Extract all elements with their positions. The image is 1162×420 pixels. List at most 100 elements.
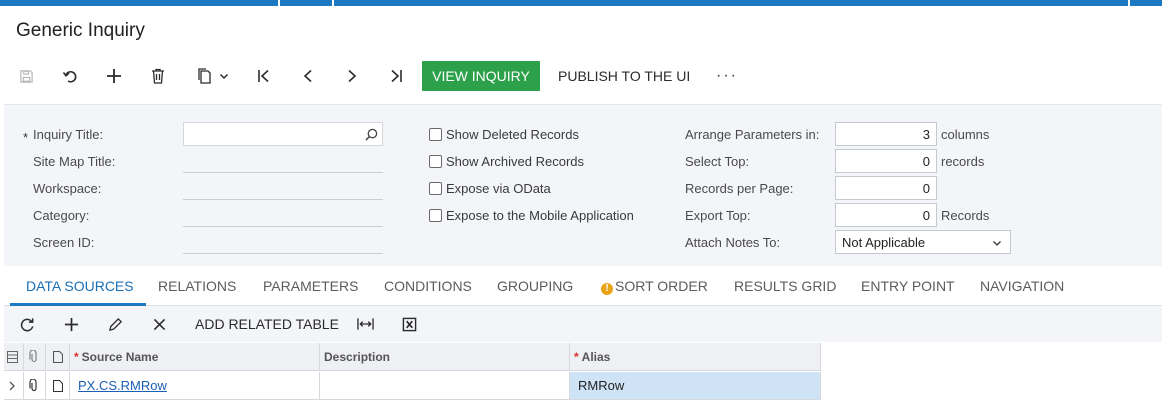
show-deleted-label: Show Deleted Records (446, 127, 579, 142)
source-name-column-header[interactable]: * Source Name (70, 343, 320, 371)
checkbox-box (429, 128, 442, 141)
description-cell[interactable] (320, 372, 570, 400)
save-button[interactable] (12, 60, 40, 92)
refresh-icon (20, 317, 33, 331)
tab-entry-point[interactable]: ENTRY POINT (861, 278, 955, 294)
top-bar-separator (278, 0, 280, 6)
copy-paste-button[interactable] (190, 60, 236, 92)
screen-id-field[interactable] (183, 253, 383, 254)
delete-button[interactable] (144, 60, 172, 92)
close-icon (153, 318, 165, 330)
tab-grouping[interactable]: GROUPING (497, 278, 573, 294)
main-toolbar: VIEW INQUIRY PUBLISH TO THE UI ··· (0, 60, 1162, 92)
search-icon (365, 128, 378, 141)
plus-icon (64, 317, 78, 331)
workspace-field[interactable] (183, 199, 383, 200)
attachment-column-header[interactable] (24, 343, 46, 371)
trash-icon (152, 68, 164, 84)
page-title: Generic Inquiry (16, 20, 145, 41)
previous-record-button[interactable] (294, 60, 322, 92)
show-deleted-checkbox[interactable]: Show Deleted Records (429, 127, 579, 142)
last-record-button[interactable] (382, 60, 410, 92)
alias-cell[interactable]: RMRow (570, 372, 821, 400)
arrange-parameters-input[interactable]: 3 (835, 122, 937, 146)
row-selector-header[interactable] (4, 343, 24, 371)
source-name-cell[interactable]: PX.CS.RMRow (70, 372, 320, 400)
screen-id-label: Screen ID: (33, 235, 95, 250)
records-per-page-input[interactable]: 0 (835, 176, 937, 200)
records-suffix: records (941, 154, 985, 169)
top-bar-separator (1128, 0, 1130, 6)
tab-data-sources[interactable]: DATA SOURCES (26, 278, 134, 294)
columns-suffix: columns (941, 127, 990, 142)
inquiry-title-input[interactable] (183, 122, 383, 146)
export-excel-button[interactable] (396, 306, 422, 342)
tab-navigation[interactable]: NAVIGATION (980, 278, 1064, 294)
attach-notes-label: Attach Notes To: (685, 235, 781, 250)
select-top-input[interactable]: 0 (835, 149, 937, 173)
source-name-header-label: Source Name (81, 349, 159, 364)
next-record-button[interactable] (338, 60, 366, 92)
checkbox-box (429, 155, 442, 168)
notes-column-header[interactable] (46, 343, 70, 371)
more-actions-button[interactable]: ··· (716, 61, 738, 91)
source-name-link[interactable]: PX.CS.RMRow (78, 378, 167, 393)
grid-settings-icon (7, 350, 18, 363)
required-mark: * (74, 349, 79, 364)
grid-toolbar: ADD RELATED TABLE (4, 306, 1162, 342)
tab-parameters[interactable]: PARAMETERS (263, 278, 358, 294)
edit-row-button[interactable] (102, 306, 128, 342)
category-label: Category: (33, 208, 90, 223)
add-row-button[interactable] (58, 306, 84, 342)
tab-results-grid[interactable]: RESULTS GRID (734, 278, 836, 294)
view-inquiry-button[interactable]: VIEW INQUIRY (422, 61, 540, 91)
undo-button[interactable] (56, 60, 84, 92)
required-mark: * (23, 130, 29, 145)
site-map-title-field[interactable] (183, 172, 383, 173)
tab-sort-order[interactable]: ! SORT ORDER (601, 278, 708, 295)
plus-icon (107, 69, 121, 83)
first-record-button[interactable] (250, 60, 278, 92)
expose-mobile-checkbox[interactable]: Expose to the Mobile Application (429, 208, 634, 223)
show-archived-checkbox[interactable]: Show Archived Records (429, 154, 584, 169)
expose-mobile-label: Expose to the Mobile Application (446, 208, 634, 223)
first-icon (258, 69, 269, 83)
checkbox-box (429, 209, 442, 222)
row-attachment-cell[interactable] (24, 372, 46, 400)
row-notes-cell[interactable] (46, 372, 70, 400)
fit-columns-button[interactable] (352, 306, 378, 342)
checkbox-box (429, 182, 442, 195)
export-top-input[interactable]: 0 (835, 203, 937, 227)
fit-width-icon (356, 318, 374, 330)
save-icon (19, 69, 33, 83)
expose-odata-checkbox[interactable]: Expose via OData (429, 181, 551, 196)
export-records-suffix: Records (941, 208, 990, 223)
paperclip-icon (29, 379, 37, 392)
note-icon (53, 379, 63, 392)
inquiry-title-label: Inquiry Title: (33, 127, 104, 142)
required-mark: * (574, 349, 579, 364)
category-field[interactable] (183, 226, 383, 227)
publish-to-ui-button[interactable]: PUBLISH TO THE UI (558, 61, 690, 91)
tab-sort-order-label: SORT ORDER (615, 278, 708, 294)
description-column-header[interactable]: Description (320, 343, 570, 371)
site-map-title-label: Site Map Title: (33, 154, 116, 169)
tab-conditions[interactable]: CONDITIONS (384, 278, 472, 294)
top-bar-separator (332, 0, 334, 6)
refresh-button[interactable] (14, 306, 40, 342)
attach-notes-select[interactable]: Not Applicable (835, 230, 1011, 254)
row-expander[interactable] (4, 372, 24, 400)
delete-row-button[interactable] (146, 306, 172, 342)
description-header-label: Description (324, 349, 391, 364)
paperclip-icon (29, 350, 37, 363)
select-top-label: Select Top: (685, 154, 750, 169)
note-icon (53, 350, 63, 363)
alias-header-label: Alias (581, 349, 611, 364)
tab-relations[interactable]: RELATIONS (158, 278, 236, 294)
workspace-label: Workspace: (33, 181, 102, 196)
alias-column-header[interactable]: * Alias (570, 343, 821, 371)
undo-icon (62, 71, 77, 83)
add-button[interactable] (100, 60, 128, 92)
export-top-label: Export Top: (685, 208, 751, 223)
add-related-table-button[interactable]: ADD RELATED TABLE (195, 306, 339, 342)
